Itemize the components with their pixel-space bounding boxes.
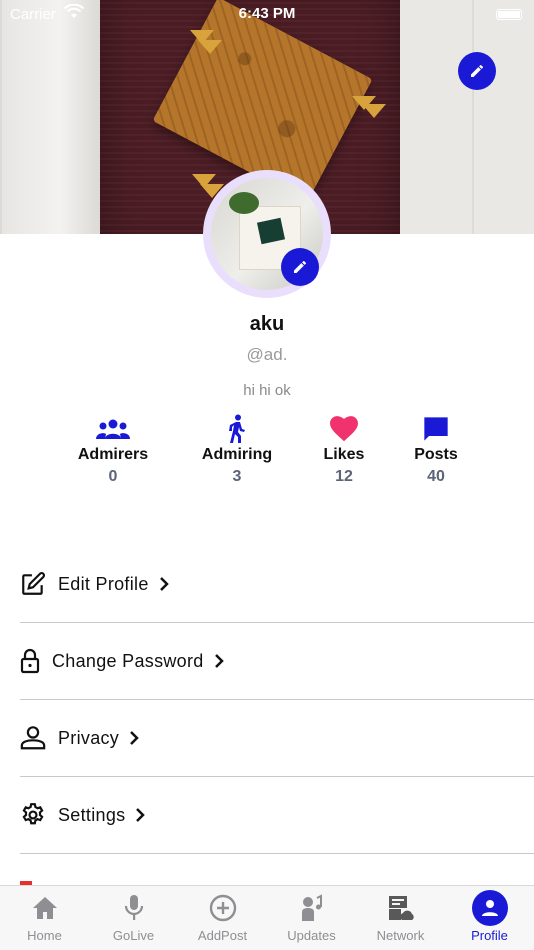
add-circle-icon [178, 886, 267, 930]
chevron-right-icon [214, 653, 224, 669]
stat-label: Admiring [201, 446, 273, 463]
tab-home[interactable]: Home [0, 886, 89, 950]
group-icon [58, 414, 168, 444]
stat-label: Admirers [77, 446, 149, 463]
stat-count: 40 [427, 468, 445, 485]
tab-addpost[interactable]: AddPost [178, 886, 267, 950]
tab-label: GoLive [112, 928, 155, 943]
home-icon [0, 886, 89, 930]
menu-item-edit-profile[interactable]: Edit Profile [20, 546, 534, 623]
menu-item-change-password[interactable]: Change Password [20, 623, 534, 700]
gear-icon [20, 802, 46, 828]
menu-item-privacy[interactable]: Privacy [20, 700, 534, 777]
profile-handle: @ad. [246, 345, 288, 364]
tab-label: Home [27, 928, 62, 943]
profile-name: aku [249, 313, 285, 335]
menu-item-settings[interactable]: Settings [20, 777, 534, 854]
stat-count: 3 [232, 468, 242, 485]
battery-icon [496, 9, 522, 20]
walking-person-icon [182, 414, 292, 444]
tab-network[interactable]: Network [356, 886, 445, 950]
tab-label: Profile [471, 928, 508, 943]
menu-item-label: Change Password [52, 650, 204, 671]
stat-label: Posts [414, 446, 458, 463]
stat-admirers[interactable]: Admirers 0 [58, 414, 168, 486]
tab-profile-icon-wrap [445, 886, 534, 930]
stat-posts[interactable]: Posts 40 [381, 414, 491, 486]
edit-cover-button[interactable] [458, 52, 496, 90]
updates-icon [267, 886, 356, 930]
tab-golive[interactable]: GoLive [89, 886, 178, 950]
tab-label: Updates [287, 928, 336, 943]
microphone-icon [89, 886, 178, 930]
clock: 6:43 PM [238, 5, 296, 22]
tab-label: Network [376, 928, 425, 943]
stat-count: 0 [108, 468, 118, 485]
tab-updates[interactable]: Updates [267, 886, 356, 950]
chevron-right-icon [129, 730, 139, 746]
tab-label: AddPost [197, 928, 248, 943]
profile-icon [471, 890, 508, 926]
edit-avatar-button[interactable] [281, 248, 319, 286]
menu-item-label: Edit Profile [58, 573, 149, 594]
lock-icon [20, 648, 40, 674]
avatar-plant [229, 192, 259, 214]
network-icon [356, 886, 445, 930]
pencil-icon [294, 260, 307, 273]
chevron-right-icon [135, 807, 146, 823]
pencil-icon [471, 64, 484, 77]
stat-admiring[interactable]: Admiring 3 [182, 414, 292, 486]
chat-bubble-icon [381, 414, 491, 444]
profile-bio: hi hi ok [243, 382, 291, 399]
chevron-right-icon [159, 576, 169, 592]
menu-item-label: Settings [58, 804, 126, 825]
tab-profile[interactable]: Profile [445, 886, 534, 950]
tassel [198, 40, 222, 54]
tab-bar: Home GoLive AddPost Updates Network Prof… [0, 885, 534, 950]
edit-square-icon [20, 571, 46, 597]
status-bar: Carrier 6:43 PM [0, 0, 534, 30]
person-icon [20, 725, 46, 751]
tassel [362, 104, 386, 118]
menu-item-label: Privacy [58, 727, 120, 748]
